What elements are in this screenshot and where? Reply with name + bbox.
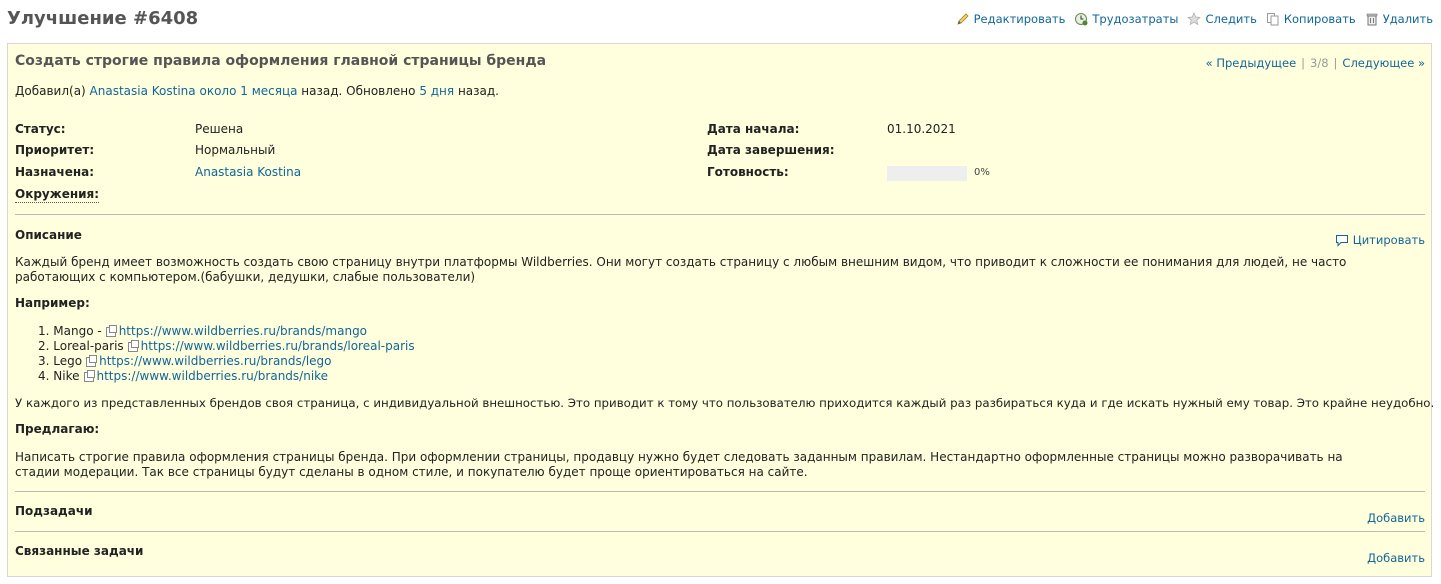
done-percent: 0% [974,167,990,178]
brand-link[interactable]: https://www.wildberries.ru/brands/nike [97,369,329,384]
due-date-label: Дата завершения: [707,143,835,157]
previous-link[interactable]: « Предыдущее [1206,56,1296,70]
done-ratio-label: Готовность: [707,165,789,179]
nav-position: 3/8 [1310,56,1329,70]
list-number: 2. [38,339,50,353]
quote-button[interactable]: Цитировать [1335,233,1425,247]
assignee-link[interactable]: Anastasia Kostina [195,165,301,183]
description-paragraph-2: У каждого из представленных брендов своя… [15,396,1435,410]
list-item: 4. Nike https://www.wildberries.ru/brands… [38,369,415,384]
add-relation-link[interactable]: Добавить [1367,551,1425,565]
author-middle: назад. Обновлено [297,84,420,98]
pencil-icon [956,13,969,25]
quote-label: Цитировать [1352,233,1425,247]
nav-separator: | [1333,56,1338,70]
external-link-icon [127,339,139,352]
log-time-label: Трудозатраты [1092,12,1179,26]
description-paragraph-1: Каждый бренд имеет возможность создать с… [15,255,1347,284]
updated-link[interactable]: 5 дня [419,84,454,98]
star-icon [1187,12,1202,26]
time-icon [1075,13,1088,26]
list-number: 4. [38,369,50,383]
author-line: Добавил(а) Anastasia Kostina около 1 мес… [15,84,499,98]
brand-link[interactable]: https://www.wildberries.ru/brands/mango [119,324,367,339]
external-link-icon [86,354,98,367]
subtasks-heading: Подзадачи [15,504,93,518]
edit-label: Редактировать [973,12,1066,26]
author-suffix: назад. [454,84,499,98]
description-paragraph-3: Написать строгие правила оформления стра… [15,450,1343,479]
brand-link[interactable]: https://www.wildberries.ru/brands/lego [99,354,331,369]
contextual-actions: Редактировать Трудозатраты Следить Копир… [956,12,1433,26]
status-label: Статус: [15,122,66,136]
proposal-heading: Предлагаю: [15,422,100,436]
environment-label: Окружения: [15,187,100,203]
issue-subject: Создать строгие правила оформления главн… [15,53,547,69]
external-link-icon [105,324,117,337]
log-time-button[interactable]: Трудозатраты [1074,12,1178,26]
delete-button[interactable]: Удалить [1365,12,1433,26]
divider [15,491,1425,492]
list-item: 1. Mango - https://www.wildberries.ru/bra… [38,324,415,339]
example-heading: Например: [15,296,90,310]
start-date-label: Дата начала: [707,122,800,136]
watch-button[interactable]: Следить [1187,12,1257,26]
brand-link[interactable]: https://www.wildberries.ru/brands/loreal… [141,339,415,354]
copy-button[interactable]: Копировать [1266,12,1356,26]
priority-label: Приоритет: [15,143,95,157]
page-title: Улучшение #6408 [7,8,199,29]
brand-name: Lego [53,354,83,368]
list-number: 1. [38,324,50,338]
status-value: Решена [195,122,244,136]
add-subtask-link[interactable]: Добавить [1367,511,1425,525]
edit-button[interactable]: Редактировать [956,12,1066,26]
relations-heading: Связанные задачи [15,544,144,558]
copy-label: Копировать [1283,12,1356,26]
brand-name: Mango - [53,324,102,338]
priority-value: Нормальный [195,143,276,157]
brand-name: Nike [53,369,80,383]
assignee-label: Назначена: [15,165,95,179]
author-link[interactable]: Anastasia Kostina [90,84,196,98]
nav-separator: | [1301,56,1306,70]
brand-name: Loreal-paris [53,339,124,353]
divider [15,531,1425,532]
divider [15,214,1425,215]
done-progress-bar [887,166,967,181]
list-item: 2. Loreal-paris https://www.wildberries.r… [38,339,415,354]
delete-label: Удалить [1382,12,1433,26]
speech-bubble-icon [1335,234,1348,247]
description-heading: Описание [15,228,82,242]
copy-icon [1266,13,1279,26]
start-date-value: 01.10.2021 [887,122,956,136]
issue-panel: Создать строгие правила оформления главн… [7,43,1435,577]
issue-pagination: « Предыдущее | 3/8 | Следующее » [1206,56,1425,70]
example-list: 1. Mango - https://www.wildberries.ru/bra… [38,324,415,384]
external-link-icon [83,369,95,382]
list-item: 3. Lego https://www.wildberries.ru/brands… [38,354,415,369]
watch-label: Следить [1205,12,1257,26]
next-link[interactable]: Следующее » [1342,56,1425,70]
author-prefix: Добавил(а) [15,84,90,98]
list-number: 3. [38,354,50,368]
top-bar: Улучшение #6408 Редактировать Трудозатра… [0,0,1441,42]
created-link[interactable]: около 1 месяца [199,84,297,98]
trash-icon [1366,13,1377,26]
